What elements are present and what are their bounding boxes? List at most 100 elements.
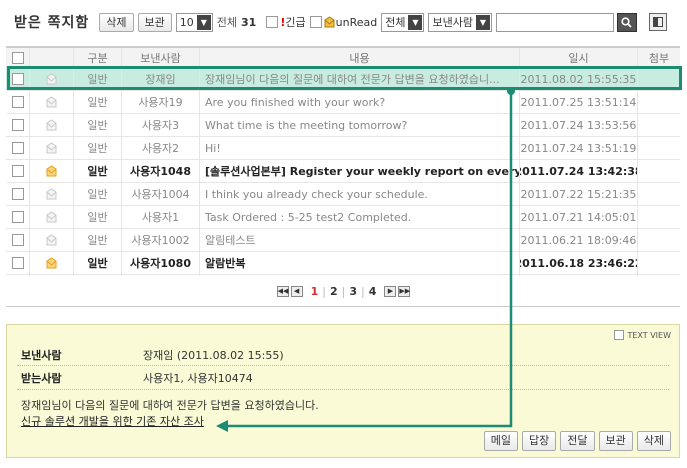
row-checkbox[interactable] — [11, 96, 24, 108]
filter-select[interactable]: 전체 ▼ — [381, 12, 425, 32]
search-button[interactable] — [616, 12, 637, 32]
reply-button[interactable]: 답장 — [522, 431, 557, 451]
row-checkbox[interactable] — [11, 165, 24, 177]
page-size-value: 10 — [179, 15, 194, 29]
row-from: 사용자1004 — [122, 183, 200, 205]
message-body: 장재임님이 다음의 질문에 대하여 전문가 답변을 요청하였습니다. 신규 솔루… — [21, 398, 319, 430]
row-content[interactable]: 알람반복 — [200, 252, 520, 274]
text-view-toggle[interactable]: TEXT VIEW — [614, 330, 671, 340]
to-label: 받는사람 — [21, 372, 62, 385]
row-attach — [638, 114, 680, 136]
row-content[interactable]: I think you already check your schedule. — [200, 183, 520, 205]
unread-label: unRead — [335, 15, 378, 29]
row-content[interactable]: [솔루션사업본부] Register your weekly report on… — [200, 160, 520, 182]
select-all-checkbox[interactable] — [11, 51, 24, 64]
page-link[interactable]: 2 — [330, 285, 338, 298]
prev-page-icon[interactable]: ◀ — [290, 285, 303, 297]
chevron-down-icon: ▼ — [408, 14, 423, 30]
question-link[interactable]: 신규 솔루션 개발을 위한 기존 자산 조사 — [21, 414, 319, 430]
keep-button[interactable]: 보관 — [137, 12, 172, 32]
row-checkbox[interactable] — [11, 73, 24, 85]
row-attach — [638, 252, 680, 274]
row-checkbox[interactable] — [11, 142, 24, 154]
header-attach[interactable]: 첨부 — [638, 48, 680, 67]
page-size-select[interactable]: 10 ▼ — [175, 12, 213, 32]
urgent-label: 긴급 — [285, 16, 306, 29]
row-checkbox[interactable] — [11, 257, 24, 269]
text-view-checkbox[interactable] — [614, 330, 625, 340]
header-content[interactable]: 내용 — [200, 48, 520, 67]
last-page-icon[interactable]: ▶▶ — [398, 285, 411, 297]
table-row[interactable]: 일반 장재임 장재임님이 다음의 질문에 대하여 전문가 답변을 요청하였습니...… — [6, 68, 680, 91]
row-checkbox[interactable] — [11, 188, 24, 200]
row-content[interactable]: 알림테스트 — [200, 229, 520, 251]
page-link[interactable]: 3 — [349, 285, 357, 298]
row-type: 일반 — [74, 206, 122, 228]
table-row[interactable]: 일반 사용자19 Are you finished with your work? 2… — [6, 91, 680, 114]
row-date: 2011.07.21 14:05:01 — [520, 206, 638, 228]
table-row[interactable]: 일반 사용자1048 [솔루션사업본부] Register your weekly … — [6, 160, 680, 183]
unread-filter[interactable]: unRead — [309, 15, 378, 29]
page-separator: | — [361, 284, 365, 298]
body-text: 장재임님이 다음의 질문에 대하여 전문가 답변을 요청하였습니다. — [21, 399, 319, 412]
table-row[interactable]: 일반 사용자1002 알림테스트 2011.06.21 18:09:46 — [6, 229, 680, 252]
next-page-icon[interactable]: ▶ — [384, 285, 397, 297]
mail-button[interactable]: 메일 — [483, 431, 518, 451]
table-row[interactable]: 일반 사용자1080 알람반복 2011.06.18 23:46:22 — [6, 252, 680, 275]
urgent-checkbox[interactable] — [266, 16, 279, 28]
page-link[interactable]: 1 — [311, 285, 319, 298]
keep-button[interactable]: 보관 — [598, 431, 633, 451]
header-from[interactable]: 보낸사람 — [122, 48, 200, 67]
row-type: 일반 — [74, 183, 122, 205]
row-content[interactable]: Hi! — [200, 137, 520, 159]
row-date: 2011.06.21 18:09:46 — [520, 229, 638, 251]
row-attach — [638, 206, 680, 228]
search-input[interactable] — [495, 12, 614, 32]
total-count: 31 — [241, 15, 257, 29]
row-date: 2011.07.24 13:53:56 — [520, 114, 638, 136]
table-body: 일반 장재임 장재임님이 다음의 질문에 대하여 전문가 답변을 요청하였습니...… — [6, 68, 680, 298]
table-row[interactable]: 일반 사용자3 What time is the meeting tomorrow?… — [6, 114, 680, 137]
row-type: 일반 — [74, 160, 122, 182]
total-label: 전체 — [216, 16, 238, 29]
row-from: 사용자3 — [122, 114, 200, 136]
header-date[interactable]: 일시 — [520, 48, 638, 67]
unread-checkbox[interactable] — [309, 16, 322, 28]
row-content[interactable]: Task Ordered : 5-25 test2 Completed. — [200, 206, 520, 228]
read-envelope-icon — [46, 96, 57, 108]
read-envelope-icon — [46, 73, 57, 85]
delete-button[interactable]: 삭제 — [99, 12, 134, 32]
row-from: 사용자19 — [122, 91, 200, 113]
view-toggle-button[interactable] — [648, 13, 667, 31]
table-row[interactable]: 일반 사용자2 Hi! 2011.07.24 13:51:19 — [6, 137, 680, 160]
page-title: 받은 쪽지함 — [14, 15, 90, 31]
message-preview: TEXT VIEW 보낸사람 장재임 (2011.08.02 15:55) 받는… — [6, 324, 680, 458]
header-type[interactable]: 구분 — [74, 48, 122, 67]
pagination: ◀◀ ◀ 1 | 2 | 3 | 4 ▶ ▶▶ — [0, 276, 687, 306]
row-type: 일반 — [74, 229, 122, 251]
page-link[interactable]: 4 — [369, 285, 377, 298]
row-type: 일반 — [74, 252, 122, 274]
row-content[interactable]: What time is the meeting tomorrow? — [200, 114, 520, 136]
row-attach — [638, 229, 680, 251]
table-row[interactable]: 일반 사용자1 Task Ordered : 5-25 test2 Complete… — [6, 206, 680, 229]
row-checkbox[interactable] — [11, 119, 24, 131]
search-icon — [621, 16, 633, 28]
search-field-select[interactable]: 보낸사람 ▼ — [428, 12, 492, 32]
row-content[interactable]: Are you finished with your work? — [200, 91, 520, 113]
table-row[interactable]: 일반 사용자1004 I think you already check your … — [6, 183, 680, 206]
row-checkbox[interactable] — [11, 234, 24, 246]
urgent-filter[interactable]: ! 긴급 — [266, 14, 306, 30]
row-from: 사용자1080 — [122, 252, 200, 274]
filter-value: 전체 — [385, 16, 406, 29]
row-attach — [638, 160, 680, 182]
delete-button[interactable]: 삭제 — [636, 431, 671, 451]
row-checkbox[interactable] — [11, 211, 24, 223]
row-from: 장재임 — [122, 68, 200, 90]
divider — [17, 365, 669, 366]
forward-button[interactable]: 전달 — [560, 431, 595, 451]
row-date: 2011.06.18 23:46:22 — [520, 252, 638, 274]
row-content[interactable]: 장재임님이 다음의 질문에 대하여 전문가 답변을 요청하였습니... — [200, 68, 520, 90]
row-date: 2011.07.22 15:21:35 — [520, 183, 638, 205]
first-page-icon[interactable]: ◀◀ — [276, 285, 289, 297]
